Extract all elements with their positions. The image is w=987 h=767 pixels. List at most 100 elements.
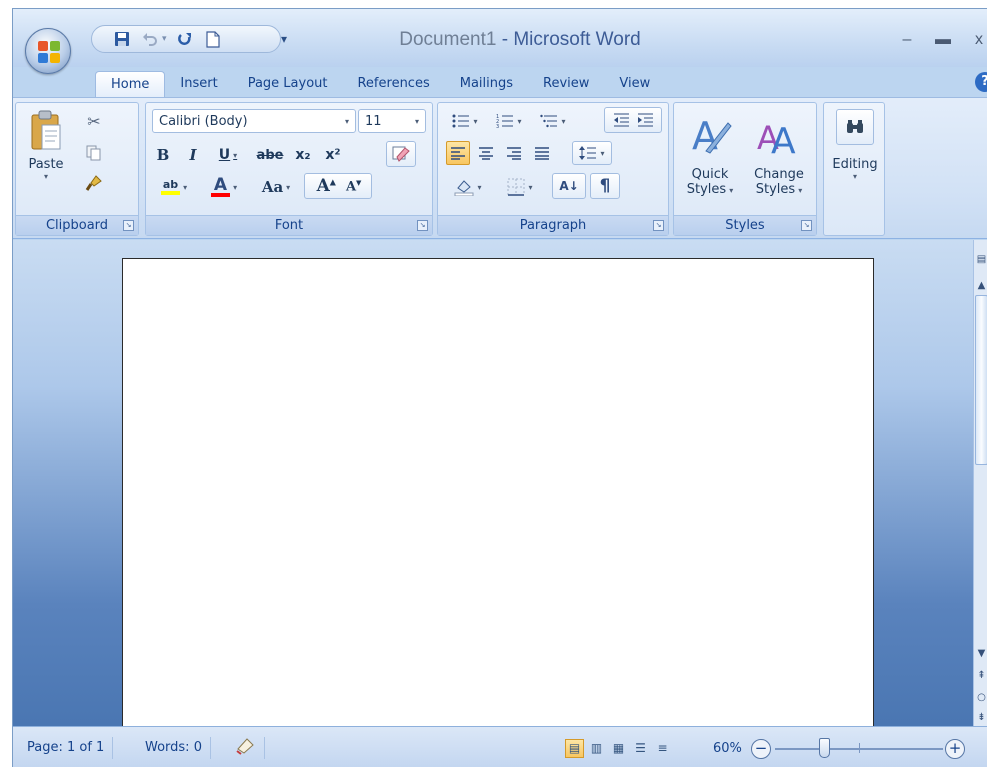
borders-button[interactable]: ▾ [498,175,542,199]
font-color-label: A [210,176,231,197]
change-styles-label-1: Change [754,167,804,182]
draft-view-icon[interactable]: ≡ [653,739,672,758]
multilevel-list-button[interactable]: ▾ [534,109,572,133]
shading-button[interactable]: ▾ [446,175,490,199]
editing-button[interactable]: Editing ▾ [828,109,882,213]
full-screen-reading-view-icon[interactable]: ▥ [587,739,606,758]
decrease-indent-icon[interactable] [612,112,630,128]
font-color-button[interactable]: A ▾ [202,175,246,199]
office-logo-icon [38,41,60,63]
grow-font-button[interactable]: A▲ [311,176,342,196]
styles-group: A Quick Styles ▾ A A Change Styles ▾ Style… [673,102,817,236]
bold-button[interactable]: B [152,143,174,167]
align-right-button[interactable] [502,141,526,165]
scroll-up-icon[interactable]: ▲ [975,280,987,291]
styles-group-label: Styles [674,215,816,235]
sort-button[interactable]: A↓ [552,173,586,199]
shrink-font-button[interactable]: A▼ [342,178,365,194]
paste-button[interactable]: Paste ▾ [20,107,72,197]
quick-styles-button[interactable]: A Quick Styles ▾ [678,105,742,215]
previous-page-icon[interactable]: ⇞ [975,670,987,681]
styles-launcher-icon[interactable]: ↘ [801,220,812,231]
proofing-icon[interactable] [227,737,265,759]
page-count[interactable]: Page: 1 of 1 [19,737,114,759]
numbering-button[interactable]: 123 ▾ [490,109,528,133]
view-ruler-icon[interactable]: ▤ [975,254,987,265]
font-size-select[interactable]: 11 ▾ [358,109,426,133]
font-name-select[interactable]: Calibri (Body) ▾ [152,109,356,133]
show-hide-button[interactable]: ¶ [590,173,620,199]
quick-styles-label-1: Quick [691,167,729,182]
word-count[interactable]: Words: 0 [137,737,211,759]
next-page-icon[interactable]: ⇟ [975,712,987,723]
scroll-thumb[interactable] [975,295,987,465]
zoom-in-icon[interactable]: + [945,739,965,759]
line-spacing-icon [579,146,597,160]
office-button[interactable] [25,28,71,74]
tab-review[interactable]: Review [528,71,604,97]
help-icon[interactable]: ? [975,72,987,92]
center-button[interactable] [474,141,498,165]
change-styles-label-2-row: Styles ▾ [744,182,814,197]
bullets-button[interactable]: ▾ [446,109,484,133]
select-browse-object-icon[interactable]: ○ [975,692,987,703]
scroll-down-icon[interactable]: ▼ [975,648,987,659]
copy-icon[interactable] [82,141,106,165]
paragraph-launcher-icon[interactable]: ↘ [653,220,664,231]
window-controls: – ▬ x [899,31,987,49]
clipboard-group-label: Clipboard [16,215,138,235]
status-bar: Page: 1 of 1 Words: 0 ▤ ▥ ▦ ☰ ≡ 60% − + [13,726,987,767]
highlight-label: ab [160,179,181,195]
maximize-icon[interactable]: ▬ [935,31,951,49]
vertical-scrollbar[interactable]: ▤ ▲ ▼ ⇞ ○ ⇟ [973,240,987,726]
zoom-slider-thumb[interactable] [819,738,830,758]
zoom-out-icon[interactable]: − [751,739,771,759]
web-layout-view-icon[interactable]: ▦ [609,739,628,758]
quick-styles-label-2-row: Styles ▾ [678,182,742,197]
clipboard-launcher-icon[interactable]: ↘ [123,220,134,231]
zoom-level[interactable]: 60% [713,739,742,759]
align-right-icon [507,147,521,160]
font-launcher-icon[interactable]: ↘ [417,220,428,231]
document-name: Document1 [399,29,497,50]
ribbon-tabs: Home Insert Page Layout References Maili… [95,71,665,97]
underline-button[interactable]: U ▾ [210,143,246,167]
format-painter-icon[interactable] [82,171,106,195]
sort-label: A↓ [559,179,579,193]
tab-mailings[interactable]: Mailings [445,71,528,97]
paragraph-group: ▾ 123 ▾ ▾ ▾ ▾ ▾ A↓ ¶ Paragraph ↘ [437,102,669,236]
superscript-label: x² [325,147,341,163]
italic-button[interactable]: I [182,143,204,167]
document-page[interactable] [122,258,874,738]
clear-formatting-button[interactable] [386,141,416,167]
paste-dropdown-icon[interactable]: ▾ [20,172,72,181]
align-left-button[interactable] [446,141,470,165]
grow-font-label: A [316,176,330,196]
tab-references[interactable]: References [342,71,444,97]
tab-view[interactable]: View [604,71,665,97]
tab-insert[interactable]: Insert [165,71,232,97]
tab-page-layout[interactable]: Page Layout [233,71,343,97]
editing-dropdown-icon: ▾ [852,172,857,181]
change-case-button[interactable]: Aa ▾ [254,175,298,199]
close-icon[interactable]: x [971,31,987,49]
tab-home[interactable]: Home [95,71,166,97]
borders-dropdown-icon: ▾ [528,182,533,192]
justify-button[interactable] [530,141,554,165]
cut-icon[interactable]: ✂ [82,109,106,133]
minimize-icon[interactable]: – [899,31,915,49]
highlight-button[interactable]: ab ▾ [152,175,196,199]
numbering-icon: 123 [496,114,514,129]
print-layout-view-icon[interactable]: ▤ [565,739,584,758]
highlight-dropdown-icon: ▾ [183,182,188,192]
increase-indent-icon[interactable] [636,112,654,128]
change-styles-button[interactable]: A A Change Styles ▾ [744,105,814,215]
superscript-button[interactable]: x² [320,143,346,167]
line-spacing-button[interactable]: ▾ [572,141,612,165]
bullets-icon [452,114,470,128]
outline-view-icon[interactable]: ☰ [631,739,650,758]
strikethrough-button[interactable]: abe [254,143,286,167]
change-styles-label-2: Styles [755,182,796,197]
subscript-button[interactable]: x₂ [290,143,316,167]
bold-label: B [156,146,170,164]
